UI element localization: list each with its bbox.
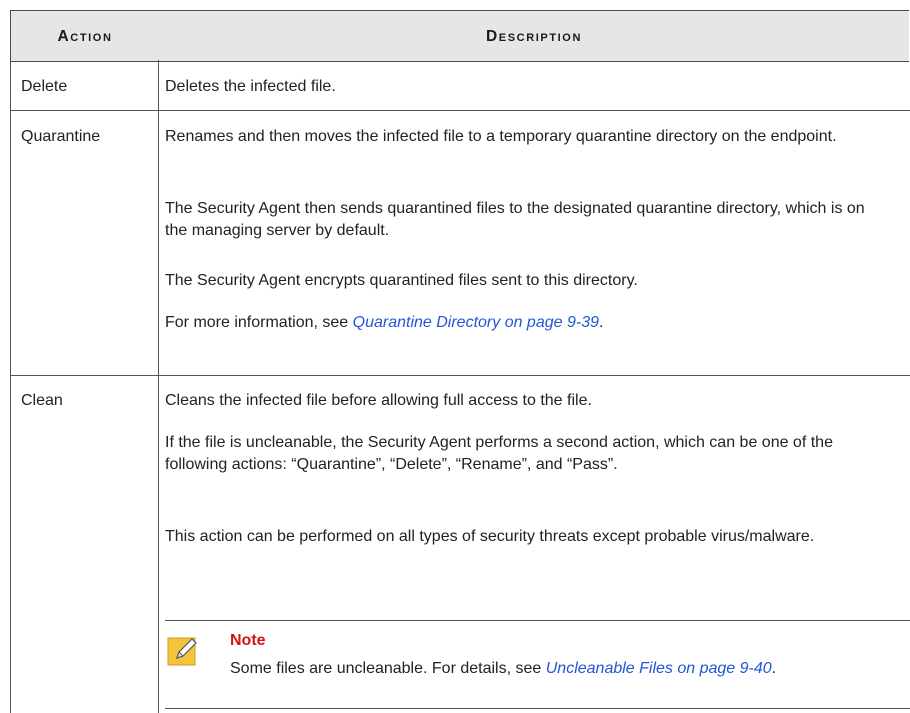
note-text: Some files are uncleanable. For details,… [230, 658, 880, 680]
table-left-border [10, 60, 11, 713]
clean-desc-2: If the file is uncleanable, the Security… [165, 434, 833, 473]
action-table: Action Description [10, 10, 910, 713]
row-divider-1 [10, 110, 910, 111]
note-bottom-rule [165, 708, 910, 709]
quarantine-desc-1: Renames and then moves the infected file… [165, 128, 837, 145]
header-description: Description [485, 28, 583, 45]
row-action-clean: Clean [21, 392, 63, 409]
note-pencil-icon [167, 637, 197, 666]
note-text-suffix: . [771, 660, 777, 677]
row-divider-2 [10, 375, 910, 376]
more-info-prefix: For more information, see [165, 314, 353, 331]
table-header: Action Description [10, 10, 909, 62]
note-text-prefix: Some files are uncleanable. For details,… [230, 660, 546, 677]
quarantine-desc-3: The Security Agent encrypts quarantined … [165, 272, 638, 289]
note-top-rule [165, 620, 910, 621]
quarantine-desc-2: The Security Agent then sends quarantine… [165, 200, 865, 239]
uncleanable-files-link[interactable]: Uncleanable Files on page 9-40 [546, 660, 772, 677]
quarantine-directory-link[interactable]: Quarantine Directory on page 9-39 [353, 314, 599, 331]
clean-desc-3: This action can be performed on all type… [165, 528, 815, 545]
more-info-suffix: . [599, 314, 604, 331]
header-action: Action [57, 28, 113, 45]
row-action-delete: Delete [21, 78, 68, 95]
delete-description: Deletes the infected file. [165, 78, 336, 95]
quarantine-more-info: For more information, see Quarantine Dir… [165, 312, 885, 334]
note-title: Note [230, 632, 266, 649]
row-action-quarantine: Quarantine [21, 128, 101, 145]
clean-desc-1: Cleans the infected file before allowing… [165, 392, 592, 409]
col-divider [158, 60, 159, 713]
